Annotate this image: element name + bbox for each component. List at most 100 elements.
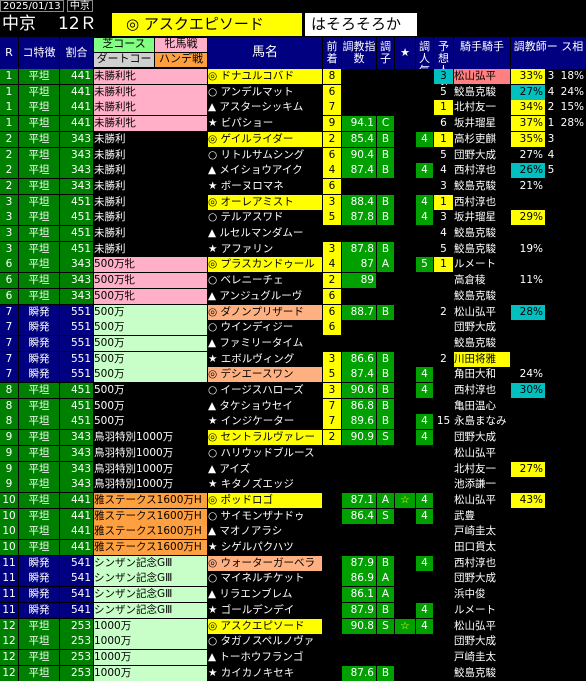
- cell-star: [395, 351, 415, 367]
- table-row[interactable]: 2 平坦 343 未勝利 ▲ メイショウアイク 4 87.4 B 4 4 西村淳也 26% 5: [0, 163, 586, 179]
- table-row[interactable]: 8 平坦 451 500万 ○ イージスハローズ 3 90.6 B 4 西村淳也 30%: [0, 383, 586, 398]
- table-row[interactable]: 7 瞬発 551 500万 ○ ウインディジー 6 団野大成: [0, 320, 586, 336]
- cell-race: 12: [0, 634, 18, 650]
- cell-class: 未勝利: [94, 194, 207, 210]
- table-row[interactable]: 7 瞬発 551 500万 ▲ ファミリータイム 鮫島克駿: [0, 335, 586, 351]
- cell-horse-name: ○ ウインディジー: [208, 320, 322, 336]
- cell-finish: 6: [323, 304, 341, 320]
- cell-star: [395, 210, 415, 226]
- table-row[interactable]: 1 平坦 441 未勝利牝 ◎ ドナユルコバド 8 3 松山弘平 33% 3 18%: [0, 69, 586, 84]
- cell-finish: 6: [323, 147, 341, 163]
- table-row[interactable]: 6 平坦 343 500万牝 ○ ベレニーチェ 2 89 高倉稜 11%: [0, 273, 586, 289]
- cell-finish: [323, 508, 341, 524]
- date-label: 2025/01/13: [0, 0, 64, 12]
- cell-trainer-rate2: [557, 398, 586, 414]
- table-row[interactable]: 12 平坦 253 1000万 ▲ トーホウフランゴ 戸崎圭太: [0, 649, 586, 665]
- cell-training-index: 89: [342, 273, 376, 289]
- cell-horse-name: ▲ メイショウアイク: [208, 163, 322, 179]
- table-row[interactable]: 1 平坦 441 未勝利牝 ○ アンデルマット 6 5 鮫島克駿 27% 4 24%: [0, 84, 586, 100]
- cell-finish: [323, 665, 341, 681]
- cell-trainer-rank: [546, 273, 556, 289]
- table-row[interactable]: 1 平坦 441 未勝利牝 ▲ アスターシッキム 7 1 北村友一 34% 2 15%: [0, 100, 586, 116]
- col-horse-name: 馬名: [208, 37, 322, 69]
- cell-horse-name: ★ キタノズエッジ: [208, 477, 322, 493]
- table-row[interactable]: 6 平坦 343 500万牝 ◎ プラスカンドゥール 4 87 A 5 1 ルメート: [0, 257, 586, 273]
- cell-track: 瞬発: [19, 571, 59, 587]
- table-row[interactable]: 9 平坦 343 鳥羽特別1000万 ◎ セントラルヴァレー 2 90.9 S 4 団野大成: [0, 430, 586, 446]
- cell-star: [395, 116, 415, 132]
- venue-tab[interactable]: 中京: [66, 0, 93, 12]
- cell-training-pop: [416, 273, 433, 289]
- cell-trainer-rate: [511, 602, 545, 618]
- table-row[interactable]: 11 瞬発 541 シンザン記念GⅢ ◎ ウォーターガーベラ 87.9 B 4 西村淳也: [0, 555, 586, 571]
- table-row[interactable]: 11 瞬発 541 シンザン記念GⅢ ○ マイネルチケット 86.9 A 団野大成: [0, 571, 586, 587]
- cell-horse-name: ◎ オーレアミスト: [208, 194, 322, 210]
- cell-trainer-rate2: [557, 131, 586, 147]
- cell-condition: B: [377, 163, 394, 179]
- cell-star: [395, 241, 415, 257]
- table-row[interactable]: 10 平坦 441 雅ステークス1600万H ○ サイモンザナドゥ 86.4 S 4 武豊: [0, 508, 586, 524]
- cell-finish: 3: [323, 383, 341, 398]
- cell-trainer-rank: [546, 226, 556, 241]
- cell-trainer-rank: 4: [546, 147, 556, 163]
- cell-training-pop: [416, 634, 433, 650]
- table-row[interactable]: 7 瞬発 551 500万 ◎ デシエースワン 5 87.4 B 4 角田大和 24%: [0, 367, 586, 383]
- table-row[interactable]: 3 平坦 451 未勝利 ○ テルアスワド 5 87.8 B 4 3 坂井瑠星 29%: [0, 210, 586, 226]
- cell-ratio: 343: [60, 445, 93, 461]
- table-row[interactable]: 10 平坦 441 雅ステークス1600万H ◎ ポッドロゴ 87.1 A ☆ 4 松山弘平 43%: [0, 492, 586, 508]
- table-row[interactable]: 2 平坦 343 未勝利 ○ リトルサムシング 6 90.4 B 5 団野大成 27% 4: [0, 147, 586, 163]
- cell-training-index: 87.9: [342, 555, 376, 571]
- cell-predicted-pop: [434, 571, 453, 587]
- table-row[interactable]: 11 瞬発 541 シンザン記念GⅢ ▲ リラエンブレム 86.1 A 浜中俊: [0, 587, 586, 603]
- cell-training-pop: [416, 320, 433, 336]
- table-row[interactable]: 1 平坦 441 未勝利牝 ★ ビパショー 9 94.1 C 6 坂井瑠星 37% 1 28%: [0, 116, 586, 132]
- cell-condition: B: [377, 304, 394, 320]
- cell-star: [395, 273, 415, 289]
- cell-training-pop: [416, 178, 433, 194]
- cell-trainer-rank: 5: [546, 163, 556, 179]
- cell-training-index: [342, 320, 376, 336]
- table-row[interactable]: 9 平坦 343 鳥羽特別1000万 ★ キタノズエッジ 池添謙一: [0, 477, 586, 493]
- cell-class: 未勝利: [94, 210, 207, 226]
- cell-trainer-rate2: [557, 571, 586, 587]
- cell-track: 平坦: [19, 100, 59, 116]
- cell-training-index: 87.8: [342, 210, 376, 226]
- cell-trainer-rate2: [557, 665, 586, 681]
- cell-predicted-pop: 5: [434, 84, 453, 100]
- table-row[interactable]: 8 平坦 451 500万 ★ インジケーター 7 89.6 B 4 15 永島まなみ: [0, 414, 586, 430]
- cell-condition: [377, 84, 394, 100]
- table-row[interactable]: 7 瞬発 551 500万 ★ エボルヴィング 3 86.6 B 2 川田将雅: [0, 351, 586, 367]
- table-row[interactable]: 2 平坦 343 未勝利 ★ ボーヌロマネ 6 3 鮫島克駿 21%: [0, 178, 586, 194]
- cell-training-index: 86.9: [342, 571, 376, 587]
- table-row[interactable]: 8 平坦 451 500万 ▲ タケショウセイ 7 86.8 B 亀田温心: [0, 398, 586, 414]
- table-row[interactable]: 3 平坦 451 未勝利 ▲ ルセルマンダムー 4 鮫島克駿: [0, 226, 586, 241]
- table-row[interactable]: 12 平坦 253 1000万 ★ カイカノキセキ 87.6 B 鮫島克駿: [0, 665, 586, 681]
- table-row[interactable]: 12 平坦 253 1000万 ◎ アスクエピソード 90.8 S ☆ 4 松山弘平: [0, 618, 586, 634]
- cell-jockey: 団野大成: [454, 320, 510, 336]
- cell-class: 500万: [94, 414, 207, 430]
- cell-ratio: 541: [60, 555, 93, 571]
- cell-trainer-rate: [511, 587, 545, 603]
- cell-trainer-rate: 27%: [511, 461, 545, 477]
- cell-race: 10: [0, 492, 18, 508]
- cell-horse-name: ▲ ファミリータイム: [208, 335, 322, 351]
- table-row[interactable]: 2 平坦 343 未勝利 ◎ ゲイルライダー 2 85.4 B 4 1 高杉吏麒 35% 3: [0, 131, 586, 147]
- cell-jockey: 川田将雅: [454, 351, 510, 367]
- table-row[interactable]: 9 平坦 343 鳥羽特別1000万 ○ ハリウッドブルース 松山弘平: [0, 445, 586, 461]
- cell-race: 6: [0, 273, 18, 289]
- cell-track: 平坦: [19, 618, 59, 634]
- table-row[interactable]: 7 瞬発 551 500万 ◎ ダノンプリザード 6 88.7 B 2 松山弘平 28%: [0, 304, 586, 320]
- table-row[interactable]: 10 平坦 441 雅ステークス1600万H ▲ マオノアラシ 戸崎圭太: [0, 524, 586, 540]
- table-row[interactable]: 6 平坦 343 500万牝 ▲ アンジュグルーヴ 6 鮫島克駿: [0, 288, 586, 304]
- table-row[interactable]: 11 瞬発 541 シンザン記念GⅢ ★ ゴールデンデイ 87.9 B 4 ルメート: [0, 602, 586, 618]
- table-row[interactable]: 3 平坦 451 未勝利 ★ アファリン 3 87.8 B 5 鮫島克駿 19%: [0, 241, 586, 257]
- table-row[interactable]: 9 平坦 343 鳥羽特別1000万 ▲ アイズ 北村友一 27%: [0, 461, 586, 477]
- cell-track: 平坦: [19, 226, 59, 241]
- table-row[interactable]: 12 平坦 253 1000万 ○ タガノスペルノヴァ 団野大成: [0, 634, 586, 650]
- table-row[interactable]: 3 平坦 451 未勝利 ◎ オーレアミスト 3 88.4 B 4 1 西村淳也: [0, 194, 586, 210]
- cell-ratio: 441: [60, 540, 93, 555]
- cell-trainer-rate: 37%: [511, 116, 545, 132]
- cell-horse-name: ★ インジケーター: [208, 414, 322, 430]
- cell-jockey: 亀田温心: [454, 398, 510, 414]
- table-row[interactable]: 10 平坦 441 雅ステークス1600万H ★ シゲルパクハツ 田口貫太: [0, 540, 586, 555]
